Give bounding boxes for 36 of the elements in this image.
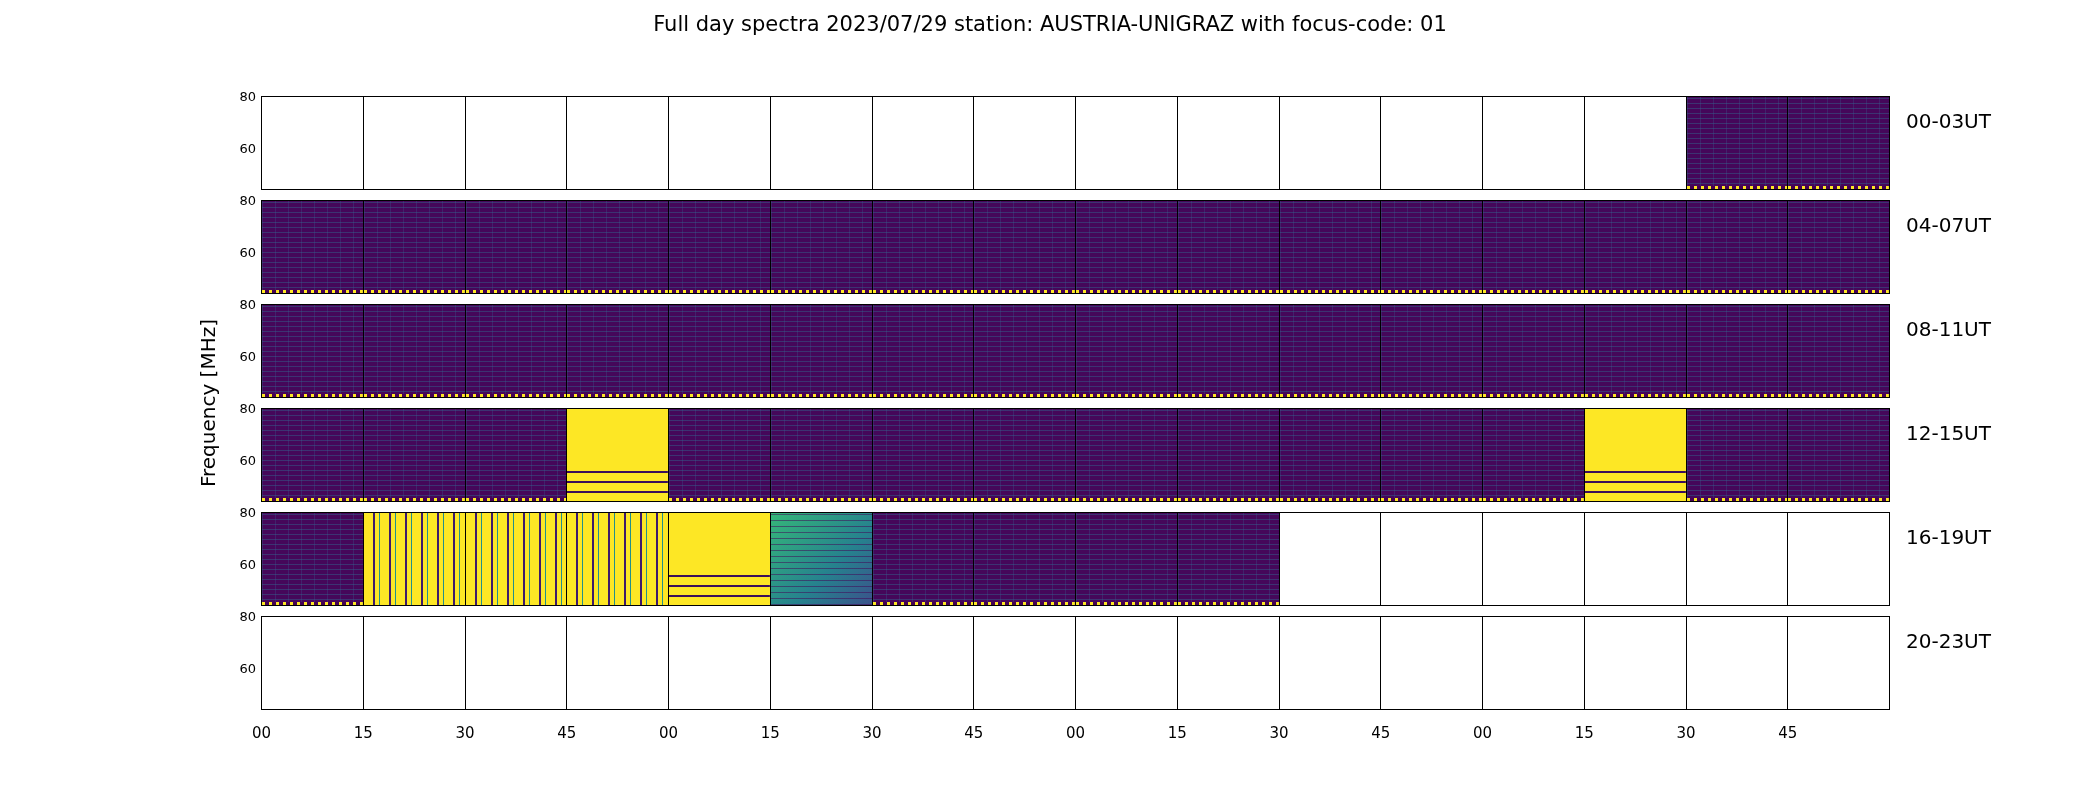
row-label: 16-19UT xyxy=(1906,525,1991,549)
tick-label: 80 xyxy=(239,298,256,312)
tick-label: 15 xyxy=(1167,723,1187,742)
row-label: 00-03UT xyxy=(1906,109,1991,133)
tick-label: 30 xyxy=(455,723,475,742)
tick-label: 45 xyxy=(964,723,984,742)
tick-label: 60 xyxy=(239,662,256,676)
chart-title: Full day spectra 2023/07/29 station: AUSTRIA-UNIGRAZ with focus-code: 01 xyxy=(653,12,1447,36)
tick-label: 30 xyxy=(1269,723,1289,742)
tick-label: 15 xyxy=(1574,723,1594,742)
tick-label: 00 xyxy=(1473,723,1493,742)
tick-label: 45 xyxy=(1371,723,1391,742)
tick-label: 15 xyxy=(760,723,780,742)
tick-label: 00 xyxy=(659,723,679,742)
tick-label: 80 xyxy=(239,194,256,208)
tick-label: 30 xyxy=(862,723,882,742)
tick-label: 60 xyxy=(239,454,256,468)
tick-label: 45 xyxy=(1778,723,1798,742)
tick-label: 15 xyxy=(353,723,373,742)
tick-label: 60 xyxy=(239,558,256,572)
tick-label: 60 xyxy=(239,246,256,260)
tick-label: 00 xyxy=(252,723,272,742)
tick-label: 00 xyxy=(1066,723,1086,742)
row-label: 04-07UT xyxy=(1906,213,1991,237)
axis-label: Frequency [MHz] xyxy=(196,318,220,488)
row-label: 20-23UT xyxy=(1906,629,1991,653)
tick-label: 60 xyxy=(239,350,256,364)
tick-label: 80 xyxy=(239,90,256,104)
tick-label: 80 xyxy=(239,402,256,416)
tick-label: 80 xyxy=(239,610,256,624)
tick-label: 60 xyxy=(239,142,256,156)
row-label: 12-15UT xyxy=(1906,421,1991,445)
row-label: 08-11UT xyxy=(1906,317,1991,341)
tick-label: 45 xyxy=(557,723,577,742)
tick-label: 30 xyxy=(1676,723,1696,742)
tick-label: 80 xyxy=(239,506,256,520)
